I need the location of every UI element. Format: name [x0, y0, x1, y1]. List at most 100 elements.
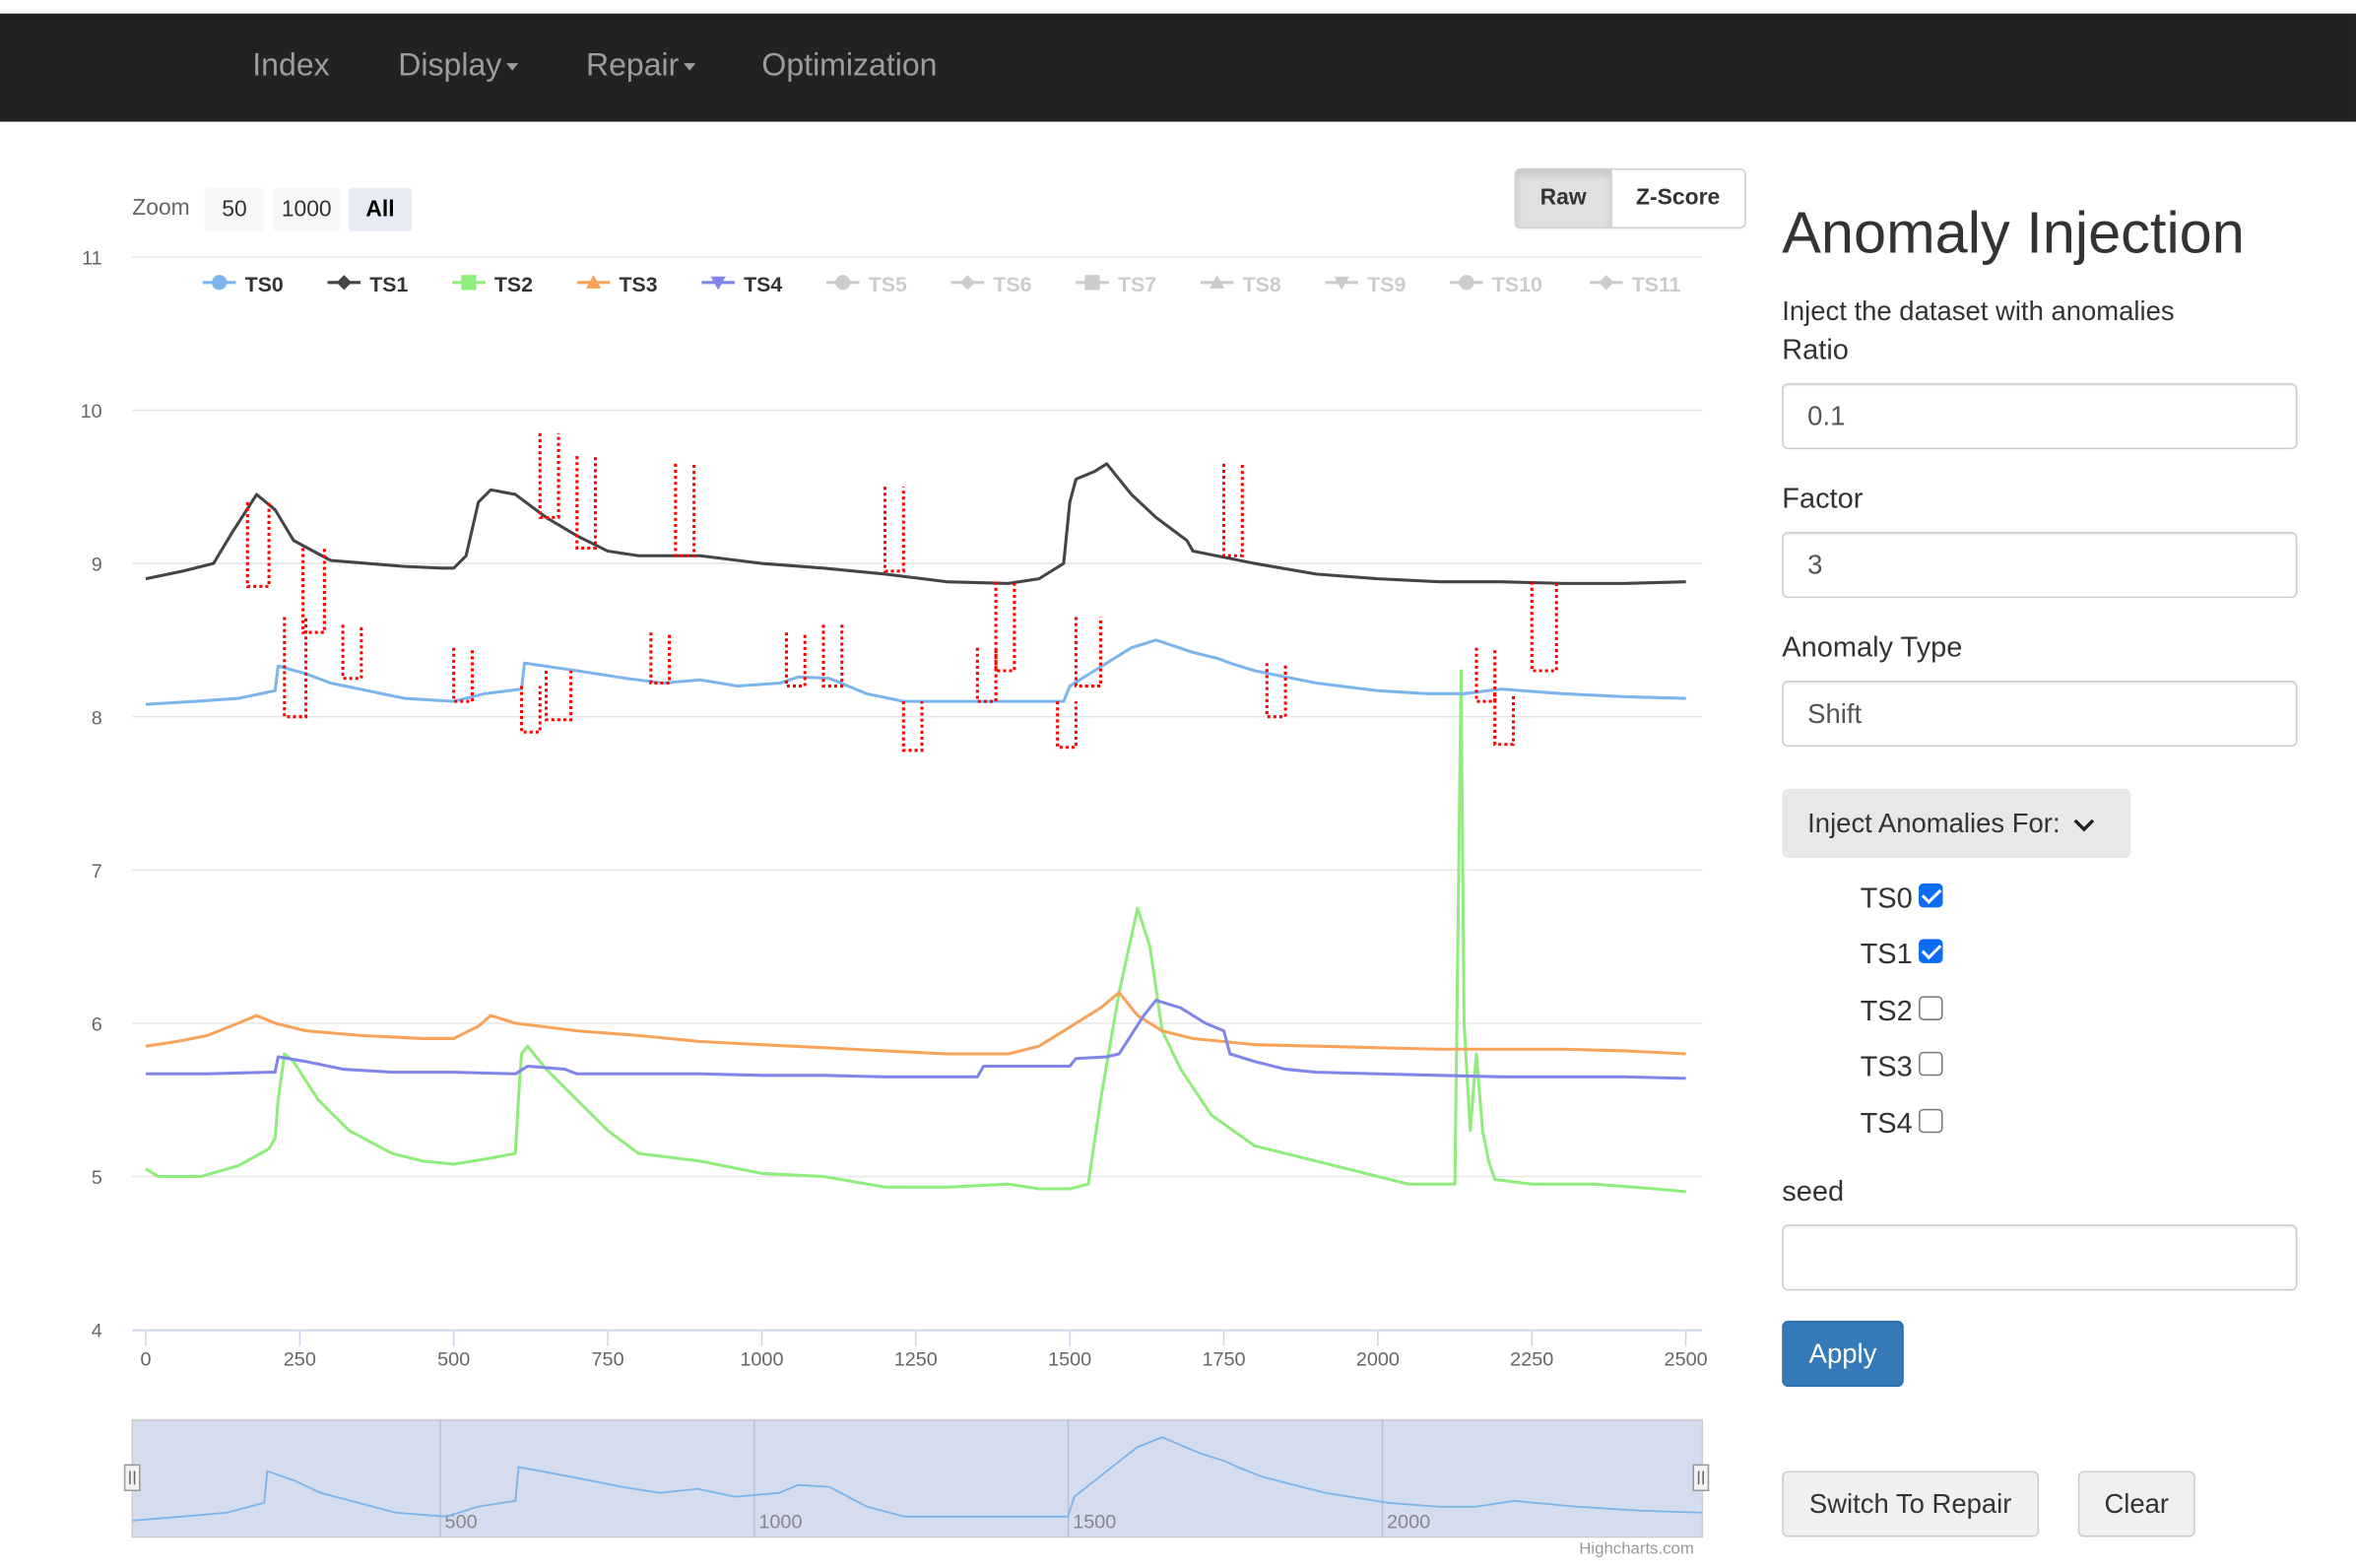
anomaly-segment[interactable] [519, 686, 542, 734]
y-tick-label: 9 [92, 555, 102, 576]
ratio-label: Ratio [1782, 335, 1849, 367]
anomaly-segment[interactable] [1056, 701, 1078, 750]
navigator-handle[interactable] [1692, 1464, 1710, 1492]
legend-item-ts7[interactable]: TS7 [1118, 273, 1156, 296]
checkbox-ts1[interactable] [1918, 939, 1943, 963]
checkbox-ts0[interactable] [1918, 882, 1943, 908]
x-tick-label: 500 [437, 1349, 470, 1371]
legend-item-ts2[interactable]: TS2 [494, 273, 533, 296]
anomaly-segment[interactable] [1221, 463, 1244, 557]
anomaly-segment[interactable] [975, 647, 998, 703]
anomaly-segment[interactable] [245, 501, 271, 588]
x-tick-label: 1250 [894, 1349, 938, 1371]
y-tick-label: 8 [92, 707, 102, 729]
legend-circle-icon [1459, 275, 1474, 291]
navigator-handle[interactable] [123, 1464, 141, 1492]
ratio-input[interactable] [1782, 383, 2298, 450]
highcharts-credits[interactable]: Highcharts.com [1579, 1540, 1694, 1558]
x-tick-label: 2000 [1356, 1349, 1400, 1371]
time-series-chart[interactable]: 4 5 6 7 8 9 10 11 0 250 500 750 1000 1250 1500 1750 2000… [0, 0, 1743, 1568]
anomaly-segment[interactable] [994, 581, 1016, 673]
checkbox-ts3[interactable] [1918, 1051, 1943, 1077]
anomaly-segment[interactable] [544, 670, 573, 722]
y-tick-label: 10 [81, 401, 102, 423]
switch-to-repair-button[interactable]: Switch To Repair [1782, 1470, 2040, 1537]
chevron-down-icon [2073, 819, 2095, 832]
clear-button[interactable]: Clear [2077, 1470, 2195, 1537]
x-tick-label: 0 [140, 1349, 151, 1371]
anomaly-segment[interactable] [538, 432, 560, 519]
page-subtitle: Inject the dataset with anomalies [1782, 295, 2175, 327]
series-line-ts1[interactable] [145, 462, 1686, 585]
navigator-tick-label: 1000 [758, 1511, 802, 1533]
checkbox-row-ts3[interactable]: TS3 [1860, 1051, 1943, 1085]
page-title: Anomaly Injection [1782, 201, 2245, 267]
navigator-tick-label: 1500 [1073, 1511, 1116, 1533]
checkbox-label: TS4 [1860, 1108, 1913, 1141]
legend-item-ts0[interactable]: TS0 [245, 273, 284, 296]
x-tick-label: 750 [592, 1349, 624, 1371]
x-tick-label: 1750 [1202, 1349, 1245, 1371]
seed-input[interactable] [1782, 1224, 2298, 1291]
apply-button[interactable]: Apply [1782, 1320, 1904, 1388]
legend-item-ts8[interactable]: TS8 [1243, 273, 1281, 296]
legend-square-icon [1084, 275, 1100, 291]
inject-for-dropdown[interactable]: Inject Anomalies For: [1782, 788, 2131, 859]
legend-item-ts6[interactable]: TS6 [993, 273, 1031, 296]
legend-item-ts3[interactable]: TS3 [620, 273, 658, 296]
legend-square-icon [461, 275, 477, 291]
inject-for-label: Inject Anomalies For: [1807, 808, 2061, 839]
series-line-ts0[interactable] [145, 638, 1686, 706]
checkbox-list: TS0 TS1 TS2 TS3 TS4 [1782, 872, 2157, 1169]
anomaly-type-input[interactable] [1782, 681, 2298, 748]
anomaly-segment[interactable] [452, 647, 474, 703]
legend-item-ts9[interactable]: TS9 [1367, 273, 1406, 296]
navigator-mask[interactable] [131, 1418, 1704, 1538]
legend-item-ts1[interactable]: TS1 [369, 273, 408, 296]
x-tick-label: 1000 [740, 1349, 783, 1371]
anomaly-segment[interactable] [901, 701, 924, 752]
anomaly-segment[interactable] [283, 617, 308, 719]
legend-item-ts5[interactable]: TS5 [869, 273, 907, 296]
factor-input[interactable] [1782, 532, 2298, 599]
legend-item-ts4[interactable]: TS4 [744, 273, 782, 296]
anomaly-type-label: Anomaly Type [1782, 632, 1963, 665]
anomaly-segment[interactable] [575, 456, 598, 551]
anomaly-segment[interactable] [1265, 663, 1287, 719]
anomaly-segment[interactable] [341, 624, 363, 681]
x-tick-label: 250 [284, 1349, 316, 1371]
checkbox-ts4[interactable] [1918, 1108, 1943, 1134]
legend-diamond-icon [959, 275, 976, 291]
y-tick-label: 11 [82, 247, 102, 269]
checkbox-row-ts1[interactable]: TS1 [1861, 939, 1943, 972]
app-page: Index Display Repair Optimization Zoom 5… [0, 0, 2356, 1568]
legend-item-ts10[interactable]: TS10 [1492, 273, 1542, 296]
anomaly-segment[interactable] [1493, 693, 1516, 747]
anomaly-segment[interactable] [649, 632, 672, 686]
checkbox-row-ts2[interactable]: TS2 [1861, 996, 1943, 1029]
factor-label: Factor [1782, 484, 1864, 516]
navigator-tick-label: 2000 [1387, 1511, 1430, 1533]
anomaly-segment[interactable] [674, 463, 696, 557]
legend-diamond-icon [336, 275, 352, 291]
legend-circle-icon [835, 275, 851, 291]
checkbox-label: TS0 [1860, 882, 1913, 916]
y-tick-label: 4 [92, 1321, 102, 1342]
checkbox-row-ts0[interactable]: TS0 [1860, 882, 1943, 917]
seed-label: seed [1782, 1176, 1845, 1209]
checkbox-label: TS3 [1860, 1051, 1913, 1083]
y-tick-label: 6 [92, 1013, 102, 1035]
x-tick-label: 1500 [1048, 1349, 1091, 1371]
checkbox-label: TS1 [1860, 939, 1913, 971]
anomaly-segment[interactable] [1530, 581, 1558, 673]
navigator-tick-label: 500 [445, 1511, 478, 1533]
checkbox-ts2[interactable] [1918, 996, 1943, 1020]
x-tick-label: 2250 [1510, 1349, 1553, 1371]
legend-diamond-icon [1599, 275, 1614, 291]
checkbox-label: TS2 [1860, 996, 1913, 1028]
y-tick-label: 5 [92, 1167, 102, 1189]
anomaly-segment[interactable] [883, 487, 905, 573]
legend-item-ts11[interactable]: TS11 [1632, 273, 1681, 296]
anomaly-segment[interactable] [1474, 647, 1497, 703]
checkbox-row-ts4[interactable]: TS4 [1860, 1108, 1943, 1143]
